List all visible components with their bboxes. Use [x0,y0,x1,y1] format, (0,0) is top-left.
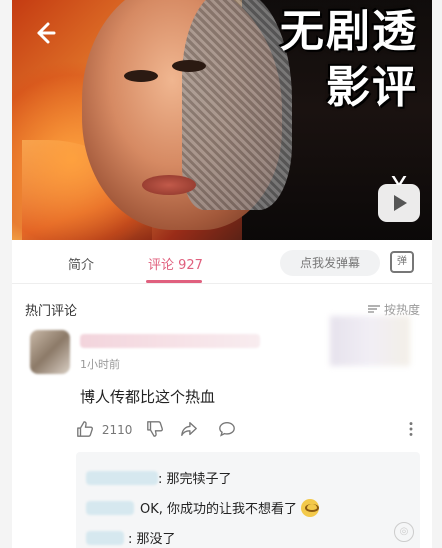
sort-label: 按热度 [383,303,420,317]
reply-item[interactable]: OK, 你成功的让我不想看了 [86,498,320,517]
blurred-region [330,316,410,366]
reply-username-blurred [86,531,124,545]
reply-item[interactable]: : 那没了 [86,528,176,547]
danmaku-input[interactable]: 点我发弹幕 [280,250,380,276]
reply-item[interactable]: : 那完犊子了 [86,468,232,487]
more-icon[interactable] [402,418,420,442]
reply-text: OK, 你成功的让我不想看了 [140,502,298,517]
sort-icon [367,303,380,317]
reply-list: : 那完犊子了 OK, 你成功的让我不想看了 : 那没了 ◎ [76,452,420,548]
reply-text: : 那没了 [128,532,176,547]
share-icon[interactable] [180,418,198,442]
video-player[interactable]: 无剧透 影评 [12,0,432,240]
reply-username-blurred [86,471,158,485]
back-arrow-icon[interactable] [32,20,58,46]
reply-username-blurred [86,501,134,515]
avatar[interactable] [30,330,70,374]
hot-comments-title: 热门评论 [25,304,78,319]
video-headline-line2: 影评 [326,62,418,113]
tab-bar: 简介 评论 927 点我发弹幕 弹 [12,242,432,284]
active-tab-indicator [146,280,202,283]
emoji-icon [301,499,320,517]
reply-icon[interactable] [218,418,236,442]
like-button[interactable]: 2110 [76,418,132,442]
app-screen: 无剧透 影评 简介 评论 927 点我发弹幕 弹 热门评论 按热度 1小时前 博… [12,0,432,548]
username-blurred[interactable] [80,334,260,348]
video-headline-line1: 无剧透 [280,6,418,57]
tab-intro[interactable]: 简介 [68,254,94,273]
like-count: 2110 [101,423,133,437]
dislike-icon[interactable] [146,418,164,442]
danmaku-icon[interactable]: 弹 [390,251,414,273]
reply-text: : 那完犊子了 [158,472,232,487]
tv-play-icon[interactable] [378,176,420,222]
watermark-icon: ◎ [394,522,414,542]
comment-text: 博人传都比这个热血 [80,388,216,406]
like-icon [76,421,98,437]
comment-actions: 2110 [76,418,426,442]
comment-time: 1小时前 [80,358,120,371]
tab-comments[interactable]: 评论 927 [148,254,203,273]
